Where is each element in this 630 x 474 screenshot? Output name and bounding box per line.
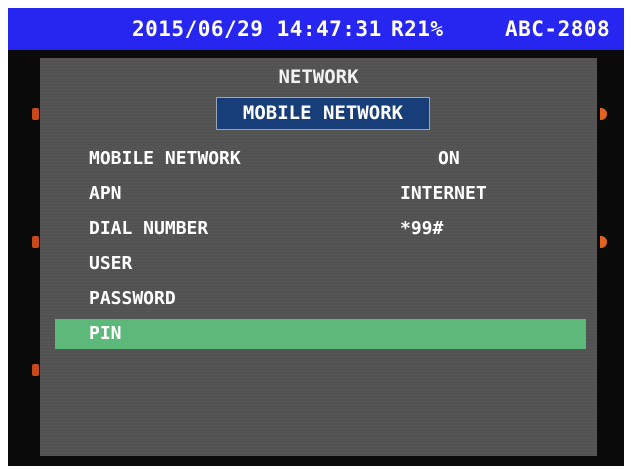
submenu-tab-mobile-network[interactable]: MOBILE NETWORK bbox=[216, 97, 430, 130]
menu-row-value[interactable]: ON bbox=[438, 144, 460, 174]
status-bar: 2015/06/29 14:47:31 R21% ABC-2808 bbox=[8, 8, 624, 50]
recording-indicator: R21% bbox=[391, 17, 444, 41]
menu-row-label: PIN bbox=[89, 323, 122, 344]
menu-row-value[interactable]: INTERNET bbox=[400, 179, 487, 209]
menu-row-value[interactable]: *99# bbox=[400, 214, 443, 244]
device-id: ABC-2808 bbox=[505, 17, 611, 41]
menu-title: NETWORK bbox=[278, 66, 359, 88]
dvr-screen: 2015/06/29 14:47:31 R21% ABC-2808 NETWOR… bbox=[8, 8, 624, 466]
menu-row-label: PASSWORD bbox=[89, 288, 176, 309]
osd-marker-right-1 bbox=[600, 108, 607, 120]
menu-row-dial-number[interactable]: DIAL NUMBER *99# bbox=[55, 214, 586, 244]
menu-row-label: APN bbox=[89, 183, 122, 204]
menu-row-apn[interactable]: APN INTERNET bbox=[55, 179, 586, 209]
menu-row-pin[interactable]: PIN bbox=[55, 319, 586, 349]
menu-row-user[interactable]: USER bbox=[55, 249, 586, 279]
menu-row-label: MOBILE NETWORK bbox=[89, 148, 241, 169]
datetime-readout: 2015/06/29 14:47:31 bbox=[132, 17, 382, 41]
menu-row-password[interactable]: PASSWORD bbox=[55, 284, 586, 314]
menu-row-mobile-network[interactable]: MOBILE NETWORK ON bbox=[55, 144, 586, 174]
menu-row-label: USER bbox=[89, 253, 133, 274]
osd-marker-right-2 bbox=[600, 236, 607, 248]
network-menu-panel: NETWORK MOBILE NETWORK MOBILE NETWORK ON… bbox=[40, 58, 597, 456]
osd-marker-left-3 bbox=[32, 364, 39, 376]
osd-marker-left-2 bbox=[32, 236, 39, 248]
osd-marker-left-1 bbox=[32, 108, 39, 120]
menu-row-label: DIAL NUMBER bbox=[89, 218, 209, 239]
